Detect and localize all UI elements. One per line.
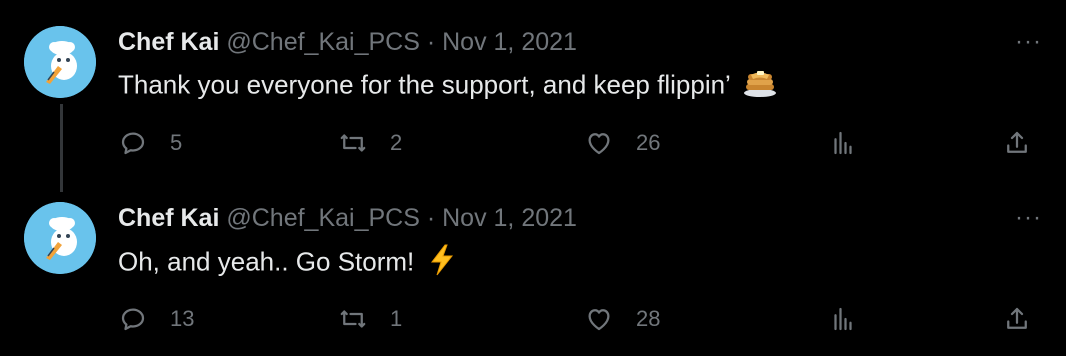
share-button[interactable]	[1002, 304, 1032, 334]
heart-icon	[588, 133, 610, 155]
reply-button[interactable]: 5	[118, 128, 182, 158]
analytics-button[interactable]	[828, 128, 858, 158]
display-name[interactable]: Chef Kai	[118, 28, 219, 56]
handle[interactable]: @Chef_Kai_PCS	[226, 28, 420, 56]
reply-count: 5	[170, 130, 183, 155]
handle[interactable]: @Chef_Kai_PCS	[226, 204, 420, 232]
separator-dot: ·	[426, 204, 436, 232]
like-button[interactable]: 26	[584, 128, 660, 158]
separator-dot: ·	[426, 28, 436, 56]
reply-icon	[121, 132, 145, 155]
tweet[interactable]: Chef Kai @Chef_Kai_PCS · Nov 1, 2021 ···…	[0, 176, 1066, 354]
tweet-text: Oh, and yeah.. Go Storm!	[118, 244, 456, 283]
reply-count: 13	[170, 306, 195, 331]
like-button[interactable]: 28	[584, 304, 660, 334]
timestamp[interactable]: Nov 1, 2021	[442, 28, 577, 56]
retweet-count: 2	[390, 130, 403, 155]
chef-avatar-icon	[24, 26, 96, 98]
heart-icon	[588, 309, 610, 331]
more-options-icon[interactable]: ···	[1015, 204, 1042, 232]
tweet-actions: 13 1 28	[118, 304, 1038, 338]
like-count: 26	[636, 130, 661, 155]
more-options-icon[interactable]: ···	[1015, 28, 1042, 56]
retweet-count: 1	[390, 306, 403, 331]
tweet-actions: 5 2 26	[118, 128, 1038, 162]
tweet-text-content: Thank you everyone for the support, and …	[118, 69, 730, 100]
reply-button[interactable]: 13	[118, 304, 194, 334]
share-icon	[1007, 131, 1027, 153]
retweet-button[interactable]: 1	[338, 304, 402, 334]
timestamp[interactable]: Nov 1, 2021	[442, 204, 577, 232]
tweet-header: Chef Kai @Chef_Kai_PCS · Nov 1, 2021	[118, 204, 577, 233]
retweet-icon	[340, 310, 366, 328]
analytics-icon	[834, 131, 852, 155]
share-icon	[1007, 307, 1027, 329]
like-count: 28	[636, 306, 661, 331]
pancakes-emoji	[743, 68, 777, 105]
retweet-icon	[340, 134, 366, 152]
avatar[interactable]	[24, 26, 96, 98]
display-name[interactable]: Chef Kai	[118, 204, 219, 232]
tweet-text: Thank you everyone for the support, and …	[118, 68, 777, 105]
tweet-header: Chef Kai @Chef_Kai_PCS · Nov 1, 2021	[118, 28, 577, 57]
chef-avatar-icon	[24, 202, 96, 274]
lightning-emoji	[428, 244, 456, 283]
analytics-icon	[834, 307, 852, 331]
analytics-button[interactable]	[828, 304, 858, 334]
retweet-button[interactable]: 2	[338, 128, 402, 158]
tweet-text-content: Oh, and yeah.. Go Storm!	[118, 246, 415, 277]
reply-icon	[121, 308, 145, 331]
tweet[interactable]: Chef Kai @Chef_Kai_PCS · Nov 1, 2021 ···…	[0, 0, 1066, 178]
avatar[interactable]	[24, 202, 96, 274]
share-button[interactable]	[1002, 128, 1032, 158]
